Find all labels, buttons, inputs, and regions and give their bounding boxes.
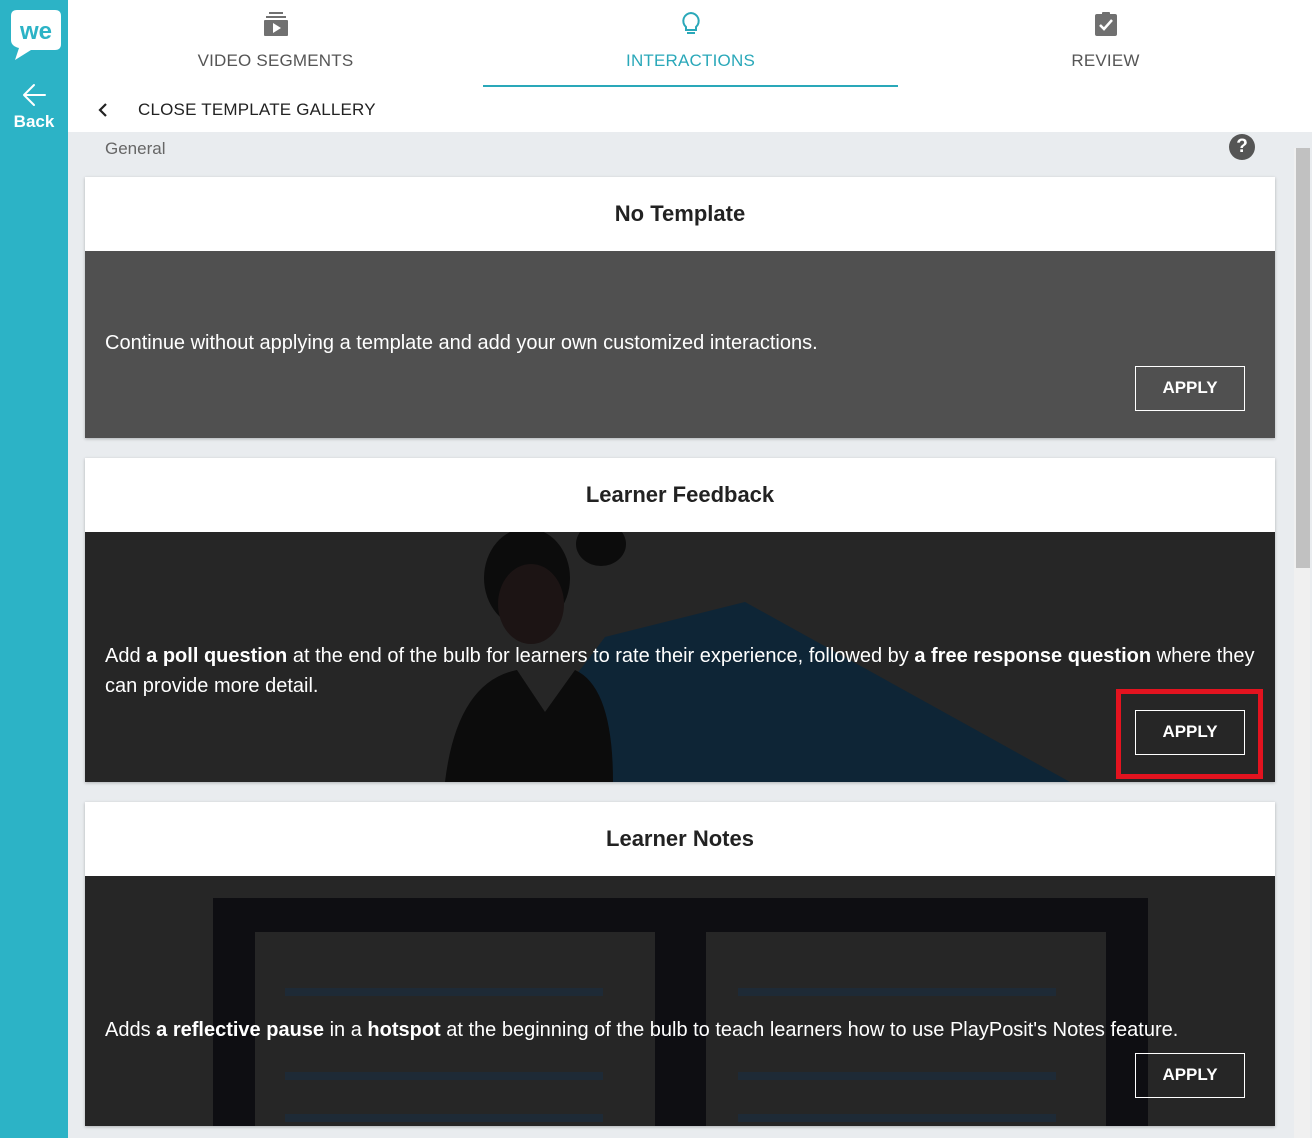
template-card-learner-notes: Learner Notes Adds a reflective pause in… [85,802,1275,1126]
clipboard-check-icon [1094,12,1117,36]
apply-button[interactable]: APPLY [1135,366,1245,411]
arrow-left-icon [23,84,46,106]
card-title: Learner Feedback [585,482,775,507]
section-label: General [105,139,166,158]
notes-illustration [213,898,1148,1126]
tab-interactions-label: INTERACTIONS [626,51,755,70]
back-button[interactable]: Back [0,82,68,132]
tab-interactions[interactable]: INTERACTIONS [483,0,898,88]
chevron-left-icon [98,103,107,117]
card-description: Continue without applying a template and… [105,332,818,354]
left-sidebar: we Back [0,0,68,1138]
card-description: Adds a reflective pause in a hotspot at … [105,1019,1179,1041]
svg-text:we: we [19,18,52,45]
we-logo[interactable]: we [9,6,63,60]
template-gallery: General ? No Template Continue without a… [68,132,1312,1138]
tab-video-segments[interactable]: VIDEO SEGMENTS [68,0,483,88]
card-title: Learner Notes [606,826,754,851]
card-body: Adds a reflective pause in a hotspot at … [85,876,1275,1126]
active-tab-indicator [483,85,898,87]
video-stack-icon [263,12,288,36]
card-body: Add a poll question at the end of the bu… [85,532,1275,782]
card-title: No Template [614,201,746,226]
template-card-learner-feedback: Learner Feedback Add a poll question at … [85,458,1275,782]
tab-video-segments-label: VIDEO SEGMENTS [197,51,354,70]
back-label: Back [13,112,55,131]
scrollbar[interactable] [1294,148,1310,1138]
template-card-no-template: No Template Continue without applying a … [85,177,1275,438]
tab-review-label: REVIEW [1071,51,1140,70]
tab-review[interactable]: REVIEW [898,0,1312,88]
close-template-gallery-button[interactable]: CLOSE TEMPLATE GALLERY [68,88,1312,132]
close-template-gallery-label: CLOSE TEMPLATE GALLERY [138,100,376,119]
card-description: Add a poll question at the end of the bu… [105,645,1255,697]
scrollbar-thumb[interactable] [1296,148,1310,568]
help-icon[interactable]: ? [1229,134,1255,160]
card-body: Continue without applying a template and… [85,251,1275,438]
apply-button[interactable]: APPLY [1135,1053,1245,1098]
highlight-box [1116,689,1263,779]
lightbulb-icon [681,11,700,34]
top-bar: VIDEO SEGMENTS INTERACTIONS REVIEW CLOSE… [68,0,1312,132]
tab-bar: VIDEO SEGMENTS INTERACTIONS REVIEW [68,0,1312,88]
